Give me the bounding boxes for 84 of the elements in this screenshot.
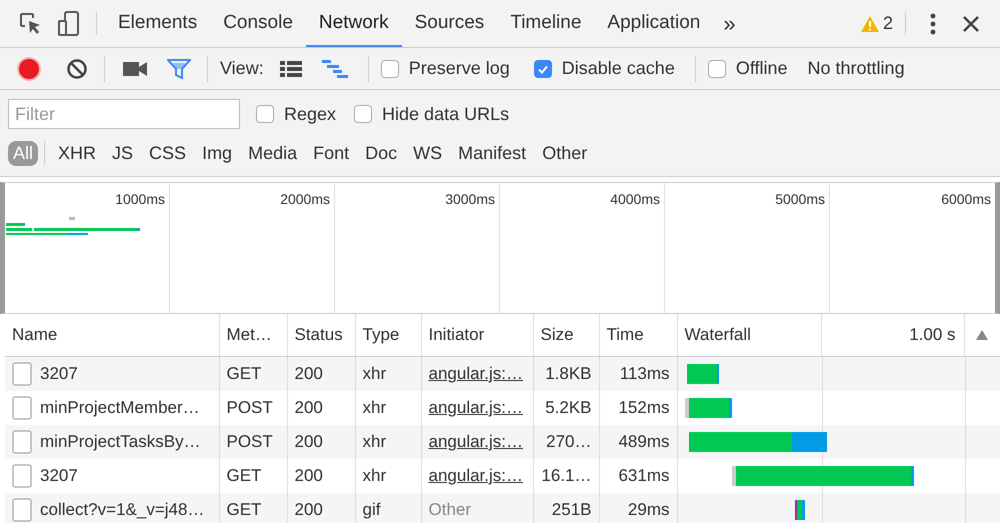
type-filter-button[interactable]: Font [308,140,354,166]
table-cell: 1.8KB [533,356,599,391]
waterfall-icon[interactable] [322,58,348,78]
table-cell: GET [219,356,287,391]
filter-field[interactable]: Filter [8,99,240,129]
table-cell: gif [355,493,421,523]
warning-count[interactable]: 2 [882,13,893,34]
panel-tab[interactable]: Timeline [497,0,594,47]
table-cell: 251B [533,493,599,523]
checkbox-label: Preserve log [408,58,510,79]
warning-icon [860,16,879,32]
device-toolbar-icon[interactable] [58,10,80,36]
panel-tab[interactable]: Application [594,0,714,47]
table-cell: 113ms [599,356,677,391]
waterfall-bar-drawing [794,500,804,520]
column-header[interactable]: Type [355,314,421,356]
waterfall-bar-drawing [686,364,718,384]
record-icon[interactable] [16,56,42,82]
type-filter-button[interactable]: CSS [144,140,192,166]
file-icon [12,464,32,488]
file-icon [12,430,32,454]
table-cell[interactable]: 3207 [40,364,78,384]
column-header[interactable]: Name [5,314,219,356]
table-cell: 200 [287,425,355,459]
initiator-link[interactable]: angular.js:… [428,466,523,485]
column-header[interactable]: Waterfall [684,325,751,345]
file-icon [12,362,32,386]
initiator-link[interactable]: angular.js:… [428,398,523,417]
column-header[interactable]: Size [533,314,599,356]
sort-icon[interactable] [976,330,988,340]
waterfall-bar-drawing [684,398,732,418]
time-tick-label: 5000ms [775,191,825,207]
table-cell[interactable]: minProjectMember… [40,398,200,418]
type-filter-button[interactable]: JS [107,140,138,166]
type-filter-button[interactable]: Img [197,140,238,166]
view-label: View: [220,58,264,79]
checkbox-label: Offline [736,58,788,79]
type-filter-button[interactable]: Media [243,140,302,166]
checkbox[interactable] [256,105,274,123]
panel-tab[interactable]: Console [210,0,306,47]
filter-icon[interactable] [167,58,191,80]
more-tabs-button[interactable]: » [713,0,746,47]
panel-tab[interactable]: Sources [402,0,498,47]
type-filter-button[interactable]: Manifest [453,140,532,166]
checkbox-label: Disable cache [562,58,675,79]
list-icon[interactable] [280,60,302,78]
time-tick-label: 2000ms [280,191,330,207]
table-cell: GET [219,493,287,523]
table-cell: 489ms [599,425,677,459]
column-header[interactable]: Time [599,314,677,356]
column-header[interactable]: Status [287,314,355,356]
more-options-icon[interactable] [930,12,936,34]
column-header[interactable]: Met… [219,314,287,356]
table-cell: POST [219,425,287,459]
close-icon[interactable] [962,14,980,32]
checkbox[interactable] [380,60,399,78]
column-header[interactable]: Initiator [421,314,533,356]
time-tick-label: 6000ms [941,191,991,207]
type-filter-button[interactable]: XHR [53,140,102,166]
type-filter-button[interactable]: Doc [360,140,402,166]
checkbox-label: Regex [284,104,336,124]
table-cell: xhr [355,425,421,459]
type-filter-button[interactable]: Other [537,140,592,166]
table-cell: 200 [287,356,355,391]
table-cell: Other [428,500,472,519]
table-cell[interactable]: 3207 [40,466,78,486]
throttling-dropdown[interactable]: No throttling [808,58,905,79]
time-tick-label: 4000ms [610,191,660,207]
table-cell: 270… [533,425,599,459]
file-icon [12,396,32,420]
time-tick-label: 1000ms [115,191,165,207]
panel-tab[interactable]: Elements [105,0,210,47]
time-tick-label: 3000ms [445,191,495,207]
table-cell: 200 [287,493,355,523]
checkbox[interactable] [534,60,552,78]
table-cell: xhr [355,356,421,391]
table-cell: 29ms [599,493,677,523]
camera-icon[interactable] [123,60,147,76]
type-filter-button[interactable]: WS [408,140,448,166]
checkbox[interactable] [354,105,372,123]
checkbox-label: Hide data URLs [382,104,510,124]
timeline-scale-label: 1.00 s [909,325,956,345]
checkbox[interactable] [708,60,726,78]
clear-icon[interactable] [66,58,88,80]
